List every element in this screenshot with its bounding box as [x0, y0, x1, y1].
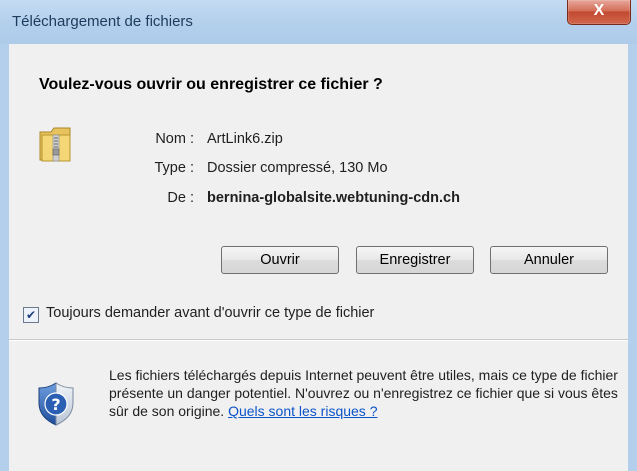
- divider-highlight: [9, 340, 628, 341]
- risks-link[interactable]: Quels sont les risques ?: [228, 403, 377, 419]
- title-bar[interactable]: Téléchargement de fichiers X: [0, 0, 637, 45]
- always-ask-label[interactable]: Toujours demander avant d'ouvrir ce type…: [46, 305, 374, 321]
- dialog-question: Voulez-vous ouvrir ou enregistrer ce fic…: [39, 76, 383, 93]
- name-label: Nom :: [155, 131, 194, 147]
- source-label: De :: [167, 190, 194, 206]
- svg-text:?: ?: [51, 395, 60, 414]
- open-button[interactable]: Ouvrir: [221, 246, 339, 274]
- source-value: bernina-globalsite.webtuning-cdn.ch: [207, 190, 460, 206]
- dialog-body: Voulez-vous ouvrir ou enregistrer ce fic…: [9, 44, 628, 471]
- save-button[interactable]: Enregistrer: [356, 246, 474, 274]
- close-icon: X: [593, 2, 605, 19]
- window-frame-left: [0, 44, 9, 471]
- window-title: Téléchargement de fichiers: [12, 13, 193, 30]
- checkmark-icon: ✔: [25, 308, 37, 322]
- type-label: Type :: [154, 160, 195, 176]
- cancel-button[interactable]: Annuler: [490, 246, 608, 274]
- window-frame-right: [628, 44, 637, 471]
- zip-folder-icon: [39, 127, 71, 162]
- name-value: ArtLink6.zip: [207, 131, 283, 147]
- close-button[interactable]: X: [567, 0, 631, 25]
- download-dialog: Téléchargement de fichiers X Voulez-vous…: [0, 0, 637, 471]
- security-warning-text: Les fichiers téléchargés depuis Internet…: [109, 366, 619, 420]
- always-ask-checkbox[interactable]: ✔: [23, 307, 39, 323]
- type-value: Dossier compressé, 130 Mo: [207, 160, 388, 176]
- shield-question-icon: ?: [38, 382, 74, 426]
